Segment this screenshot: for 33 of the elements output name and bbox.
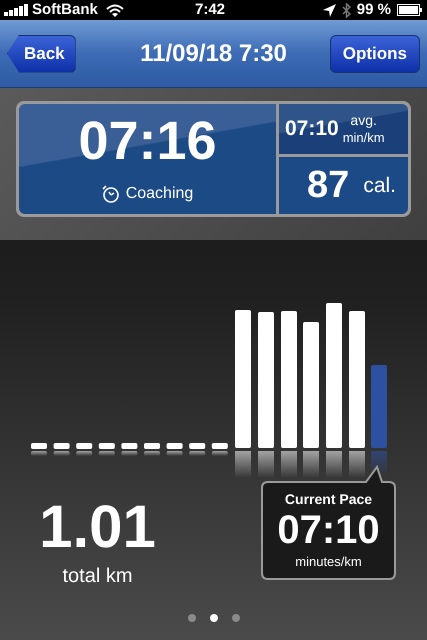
pace-dash bbox=[54, 443, 70, 456]
battery-icon bbox=[397, 4, 423, 16]
back-button[interactable]: Back bbox=[7, 34, 76, 72]
pace-dash bbox=[31, 443, 47, 456]
current-pace-unit: minutes/km bbox=[295, 553, 362, 571]
calories-unit: cal. bbox=[363, 172, 396, 199]
carrier-name: SoftBank bbox=[32, 0, 98, 20]
signal-icon bbox=[4, 4, 30, 16]
nav-title: 11/09/18 7:30 bbox=[139, 38, 288, 68]
pace-dash bbox=[166, 443, 183, 456]
pace-dash bbox=[144, 443, 160, 456]
elapsed-time: 07:16 bbox=[78, 114, 217, 168]
pace-dash bbox=[98, 443, 115, 456]
avg-label: avg. bbox=[350, 112, 377, 130]
calories-value: 87 bbox=[307, 163, 350, 208]
location-arrow-icon bbox=[322, 4, 336, 16]
avg-unit: min/km bbox=[342, 130, 385, 146]
pace-dash bbox=[212, 443, 228, 456]
distance-label: total km bbox=[62, 564, 133, 589]
distance-value: 1.01 bbox=[39, 497, 156, 557]
pace-dash bbox=[189, 443, 206, 456]
wifi-icon bbox=[106, 4, 124, 16]
status-time: 7:42 bbox=[195, 0, 226, 20]
stopwatch-icon bbox=[102, 185, 120, 203]
current-pace-title: Current Pace bbox=[284, 490, 372, 509]
current-pace-value: 07:10 bbox=[277, 510, 380, 550]
bluetooth-icon bbox=[342, 2, 351, 18]
battery-percent: 99 % bbox=[356, 0, 391, 20]
avg-pace-value: 07:10 bbox=[285, 116, 339, 142]
coaching-label: Coaching bbox=[126, 184, 194, 204]
pace-dash bbox=[121, 443, 138, 456]
pace-dash bbox=[76, 443, 92, 456]
options-button[interactable]: Options bbox=[330, 34, 420, 72]
